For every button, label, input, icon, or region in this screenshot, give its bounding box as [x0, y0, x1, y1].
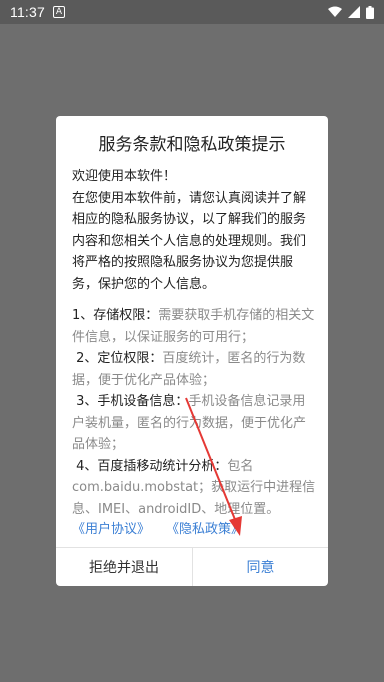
- dialog-body: 欢迎使用本软件！ 在您使用本软件前，请您认真阅读并了解相应的隐私服务协议，以了解…: [72, 166, 316, 520]
- intro-text: 在您使用本软件前，请您认真阅读并了解相应的隐私服务协议，以了解我们的服务内容和您…: [72, 190, 307, 292]
- user-agreement-link[interactable]: 《用户协议》: [72, 518, 150, 537]
- dialog-title: 服务条款和隐私政策提示: [98, 135, 286, 155]
- permission-head: 1、存储权限：: [72, 308, 159, 323]
- permission-head: 4、百度插移动统计分析：: [76, 458, 228, 474]
- status-left: 11:37 A: [10, 4, 65, 20]
- permission-item-device: 3、手机设备信息：手机设备信息记录用户装机量，匿名的行为数据，便于优化产品体验；: [72, 391, 316, 456]
- permission-item-location: 2、定位权限：百度统计，匿名的行为数据，便于优化产品体验；: [72, 348, 316, 391]
- welcome-text: 欢迎使用本软件！: [72, 169, 177, 184]
- privacy-policy-link[interactable]: 《隐私政策》: [166, 518, 244, 537]
- status-right: [328, 5, 374, 19]
- signal-icon: [348, 6, 360, 18]
- intro-block: 欢迎使用本软件！ 在您使用本软件前，请您认真阅读并了解相应的隐私服务协议，以了解…: [72, 166, 316, 295]
- permission-head: 3、手机设备信息：: [76, 394, 189, 409]
- agree-button[interactable]: 同意: [193, 548, 328, 586]
- permission-head: 2、定位权限：: [76, 351, 163, 366]
- reject-and-exit-button[interactable]: 拒绝并退出: [56, 548, 192, 586]
- battery-icon: [366, 5, 374, 19]
- wifi-icon: [328, 6, 342, 17]
- permission-item-baidu-stats: 4、百度插移动统计分析：包名com.baidu.mobstat；获取运行中进程信…: [72, 456, 316, 521]
- permission-item-storage: 1、存储权限：需要获取手机存储的相关文件信息，以保证服务的可用行；: [72, 305, 316, 348]
- policy-links: 《用户协议》 《隐私政策》: [72, 518, 244, 537]
- status-bar: 11:37 A: [0, 0, 384, 24]
- a-notification-icon: A: [53, 6, 65, 18]
- permissions-list: 1、存储权限：需要获取手机存储的相关文件信息，以保证服务的可用行； 2、定位权限…: [72, 305, 316, 520]
- status-time: 11:37: [10, 4, 45, 20]
- privacy-dialog: 服务条款和隐私政策提示 欢迎使用本软件！ 在您使用本软件前，请您认真阅读并了解相…: [56, 116, 328, 586]
